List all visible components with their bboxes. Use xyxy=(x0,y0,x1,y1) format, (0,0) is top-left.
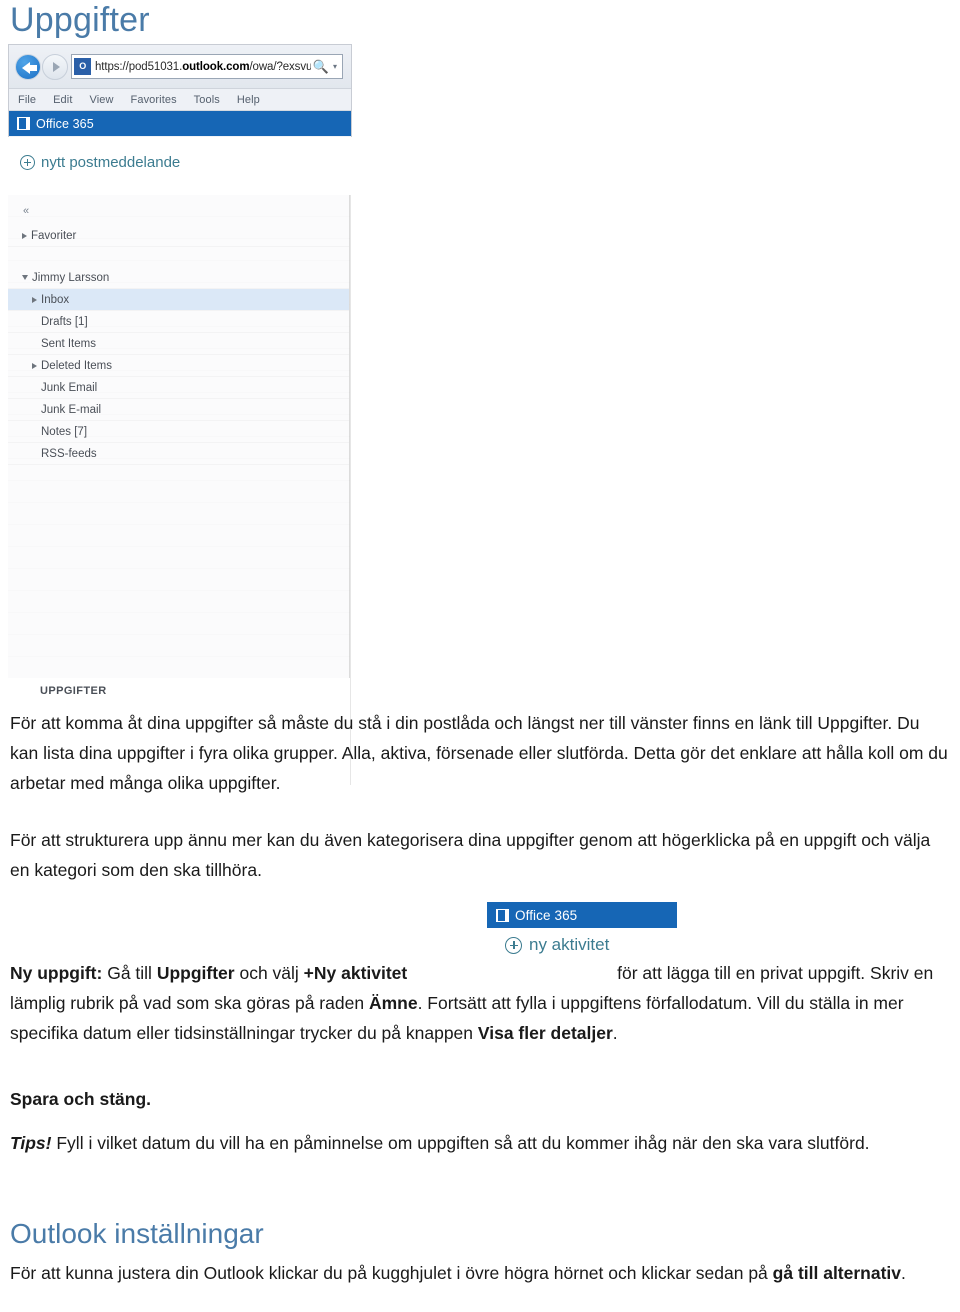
browser-menu-bar: File Edit View Favorites Tools Help xyxy=(9,89,351,111)
folder-item-junk-e-mail[interactable]: Junk E-mail xyxy=(8,399,349,421)
search-icon[interactable]: 🔍 xyxy=(311,59,331,75)
folder-label: Favoriter xyxy=(31,229,77,242)
uppgifter-term: Uppgifter xyxy=(156,963,235,983)
address-bar[interactable]: O https://pod51031.outlook.com/owa/?exsv… xyxy=(71,54,343,79)
inline-office365-label: Office 365 xyxy=(515,907,578,923)
ga-till-alternativ-term: gå till alternativ xyxy=(772,1263,902,1283)
spacer-icon xyxy=(32,409,37,410)
spacer-icon xyxy=(32,343,37,344)
chevron-right-icon[interactable] xyxy=(32,362,37,369)
ny-aktivitet-term: +Ny aktivitet xyxy=(303,963,408,983)
paragraph-tips: Tips! Fyll i vilket datum du vill ha en … xyxy=(10,1128,950,1158)
office365-label: Office 365 xyxy=(36,116,94,131)
p7-text-2: . xyxy=(901,1263,906,1283)
folder-item-sent-items[interactable]: Sent Items xyxy=(8,333,349,355)
folder-label: Drafts [1] xyxy=(41,315,88,328)
tree-gap xyxy=(8,247,349,267)
tips-term: Tips! xyxy=(10,1133,52,1153)
browser-navigation-row: O https://pod51031.outlook.com/owa/?exsv… xyxy=(9,45,351,89)
url-text: https://pod51031.outlook.com/owa/?exsvur… xyxy=(95,61,311,73)
folder-navigation-pane: « Favoriter Jimmy Larsson Inbox Drafts [… xyxy=(8,195,350,678)
folder-label: Notes [7] xyxy=(41,425,88,438)
folder-item-junk-email[interactable]: Junk Email xyxy=(8,377,349,399)
office-logo-icon xyxy=(496,908,509,922)
spacer-icon xyxy=(32,321,37,322)
chevron-down-icon[interactable]: ▾ xyxy=(331,62,342,71)
folder-label: Inbox xyxy=(41,293,70,306)
outlook-favicon-icon: O xyxy=(74,58,91,75)
spacer-icon xyxy=(32,431,37,432)
back-arrow-icon[interactable] xyxy=(15,54,41,80)
pane-divider xyxy=(350,195,351,785)
inline-office365-suite-bar: Office 365 xyxy=(487,902,677,928)
url-suffix: /owa/?exsvurl=1& xyxy=(249,60,310,73)
new-mail-button[interactable]: nytt postmeddelande xyxy=(20,154,180,171)
menu-item-tools[interactable]: Tools xyxy=(194,94,220,106)
tips-text: Fyll i vilket datum du vill ha en påminn… xyxy=(51,1133,870,1153)
chevron-right-icon[interactable] xyxy=(32,296,37,303)
folder-item-jimmy-larsson[interactable]: Jimmy Larsson xyxy=(8,267,349,289)
browser-chrome: O https://pod51031.outlook.com/owa/?exsv… xyxy=(8,44,352,137)
new-task-term: Ny uppgift: xyxy=(10,963,103,983)
page-title: Uppgifter xyxy=(10,1,150,39)
menu-item-favorites[interactable]: Favorites xyxy=(131,94,177,106)
spacer-icon xyxy=(32,453,37,454)
url-domain: outlook.com xyxy=(182,60,250,73)
p3-text-1: Gå till xyxy=(102,963,157,983)
folder-tree: Favoriter Jimmy Larsson Inbox Drafts [1] xyxy=(8,225,349,465)
chevron-right-icon[interactable] xyxy=(22,232,27,239)
folder-label: Junk Email xyxy=(41,381,98,394)
folder-item-inbox[interactable]: Inbox xyxy=(8,289,349,311)
section-title-outlook-settings: Outlook inställningar xyxy=(10,1218,264,1249)
new-activity-figure: Office 365 ny aktivitet xyxy=(487,902,677,955)
new-mail-label: nytt postmeddelande xyxy=(41,154,181,171)
paragraph-outlook-settings: För att kunna justera din Outlook klicka… xyxy=(10,1258,950,1288)
paragraph-save-close: Spara och stäng. xyxy=(10,1084,950,1114)
new-activity-label: ny aktivitet xyxy=(529,935,610,954)
p7-text-1: För att kunna justera din Outlook klicka… xyxy=(10,1263,773,1283)
spacer-icon xyxy=(32,387,37,388)
p3-text-2: och välj xyxy=(234,963,304,983)
menu-item-help[interactable]: Help xyxy=(237,94,260,106)
folder-item-deleted-items[interactable]: Deleted Items xyxy=(8,355,349,377)
owa-screenshot-figure: O https://pod51031.outlook.com/owa/?exsv… xyxy=(8,44,352,785)
menu-item-view[interactable]: View xyxy=(89,94,113,106)
spara-och-stang-term: Spara och stäng. xyxy=(10,1089,152,1109)
folder-label: Jimmy Larsson xyxy=(32,271,110,284)
paragraph-categories: För att strukturera upp ännu mer kan du … xyxy=(10,830,931,880)
folder-item-favoriter[interactable]: Favoriter xyxy=(8,225,349,247)
folder-label: RSS-feeds xyxy=(41,447,97,460)
folder-item-notes[interactable]: Notes [7] xyxy=(8,421,349,443)
office-logo-icon xyxy=(17,117,30,130)
tasks-link[interactable]: UPPGIFTER xyxy=(40,685,107,697)
folder-item-drafts[interactable]: Drafts [1] xyxy=(8,311,349,333)
menu-item-edit[interactable]: Edit xyxy=(53,94,72,106)
folder-label: Deleted Items xyxy=(41,359,112,372)
plus-circle-icon xyxy=(20,155,35,170)
chevron-down-icon[interactable] xyxy=(22,275,28,280)
new-activity-button[interactable]: ny aktivitet xyxy=(505,935,677,955)
url-prefix: https://pod51031. xyxy=(95,60,183,73)
menu-item-file[interactable]: File xyxy=(18,94,36,106)
folder-label: Sent Items xyxy=(41,337,96,350)
owa-body: nytt postmeddelande « Favoriter Jimmy La… xyxy=(8,137,352,785)
amne-term: Ämne xyxy=(368,993,418,1013)
folder-item-rss-feeds[interactable]: RSS-feeds xyxy=(8,443,349,465)
visa-fler-detaljer-term: Visa fler detaljer xyxy=(477,1023,613,1043)
paragraph-new-task: Ny uppgift: Gå till Uppgifter och välj +… xyxy=(10,958,950,1048)
collapse-pane-icon[interactable]: « xyxy=(23,205,29,217)
plus-circle-icon xyxy=(505,936,522,954)
office365-suite-bar: Office 365 xyxy=(9,111,351,136)
p3-text-5: . xyxy=(612,1023,618,1043)
paragraph-intro: För att komma åt dina uppgifter så måste… xyxy=(10,713,948,793)
forward-arrow-icon[interactable] xyxy=(42,54,68,80)
folder-label: Junk E-mail xyxy=(41,403,102,416)
